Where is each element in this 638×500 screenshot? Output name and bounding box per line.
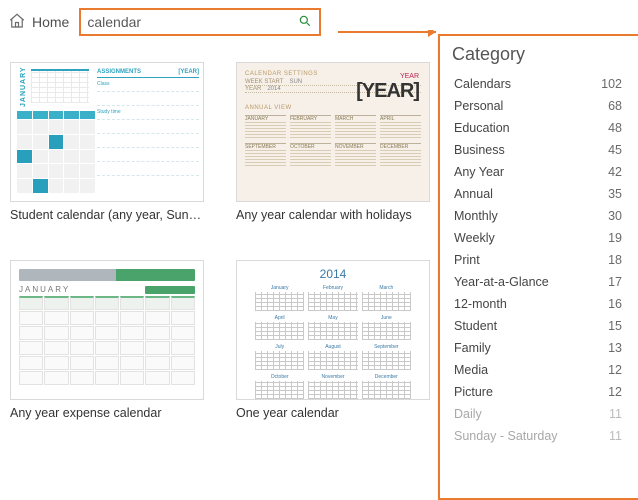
category-item[interactable]: Sunday - Saturday11	[440, 425, 638, 447]
category-item[interactable]: 12-month16	[440, 293, 638, 315]
category-item[interactable]: Education48	[440, 117, 638, 139]
category-item[interactable]: Business45	[440, 139, 638, 161]
home-button[interactable]: Home	[8, 12, 69, 33]
category-item[interactable]: Weekly19	[440, 227, 638, 249]
category-item[interactable]: Monthly30	[440, 205, 638, 227]
thumb3-month: JANUARY	[19, 285, 70, 294]
thumb1-assign-header: ASSIGNMENTS	[97, 69, 141, 75]
template-thumbnail: JANUARY	[10, 260, 204, 400]
search-icon	[298, 14, 312, 31]
thumb1-row: Study time	[97, 106, 199, 120]
template-gallery: JANUARY ASSIGNMENTS [YEAR]	[6, 62, 430, 420]
sidebar-title: Category	[440, 36, 638, 69]
template-expense-calendar[interactable]: JANUARY Any year expense calendar	[10, 260, 204, 420]
thumb4-year: 2014	[255, 267, 411, 281]
template-thumbnail: 2014 January February March April May Ju…	[236, 260, 430, 400]
category-item[interactable]: Annual35	[440, 183, 638, 205]
template-one-year-calendar[interactable]: 2014 January February March April May Ju…	[236, 260, 430, 420]
template-label: Any year expense calendar	[10, 406, 204, 420]
template-any-year-holidays[interactable]: CALENDAR SETTINGS WEEK STARTSUN YEAR2014…	[236, 62, 430, 222]
category-list: Calendars102 Personal68 Education48 Busi…	[440, 69, 638, 447]
template-label: One year calendar	[236, 406, 430, 420]
thumb3-topbar	[19, 269, 195, 281]
home-label: Home	[32, 14, 69, 30]
thumb2-year-label: YEAR	[356, 73, 419, 80]
category-item[interactable]: Any Year42	[440, 161, 638, 183]
category-item[interactable]: Year-at-a-Glance17	[440, 271, 638, 293]
thumb1-year: [YEAR]	[178, 69, 199, 75]
category-item[interactable]: Family13	[440, 337, 638, 359]
thumb3-grid	[19, 296, 195, 385]
thumb2-grid: JANUARY FEBRUARY MARCH APRIL SEPTEMBER O…	[245, 115, 421, 167]
category-item[interactable]: Personal68	[440, 95, 638, 117]
template-label: Any year calendar with holidays	[236, 208, 430, 222]
category-item[interactable]: Daily11	[440, 403, 638, 425]
template-thumbnail: CALENDAR SETTINGS WEEK STARTSUN YEAR2014…	[236, 62, 430, 202]
search-box	[79, 8, 321, 36]
category-item[interactable]: Print18	[440, 249, 638, 271]
template-thumbnail: JANUARY ASSIGNMENTS [YEAR]	[10, 62, 204, 202]
category-item[interactable]: Media12	[440, 359, 638, 381]
category-sidebar: Category Calendars102 Personal68 Educati…	[438, 34, 638, 500]
category-item[interactable]: Picture12	[440, 381, 638, 403]
thumb2-year-big: [YEAR]	[356, 80, 419, 103]
category-item[interactable]: Student15	[440, 315, 638, 337]
thumb2-annual: ANNUAL VIEW	[245, 105, 421, 111]
thumb1-mini-calendar	[31, 69, 89, 103]
home-icon	[8, 12, 26, 33]
category-item[interactable]: Calendars102	[440, 73, 638, 95]
thumb4-grid: January February March April May June Ju…	[255, 285, 411, 399]
template-student-calendar[interactable]: JANUARY ASSIGNMENTS [YEAR]	[10, 62, 204, 222]
search-button[interactable]	[289, 10, 319, 34]
template-label: Student calendar (any year, Sun…	[10, 208, 204, 222]
thumb1-row: Class	[97, 78, 199, 92]
thumb1-month: JANUARY	[20, 66, 27, 107]
thumb1-schedule	[17, 111, 95, 193]
search-input[interactable]	[81, 10, 289, 34]
